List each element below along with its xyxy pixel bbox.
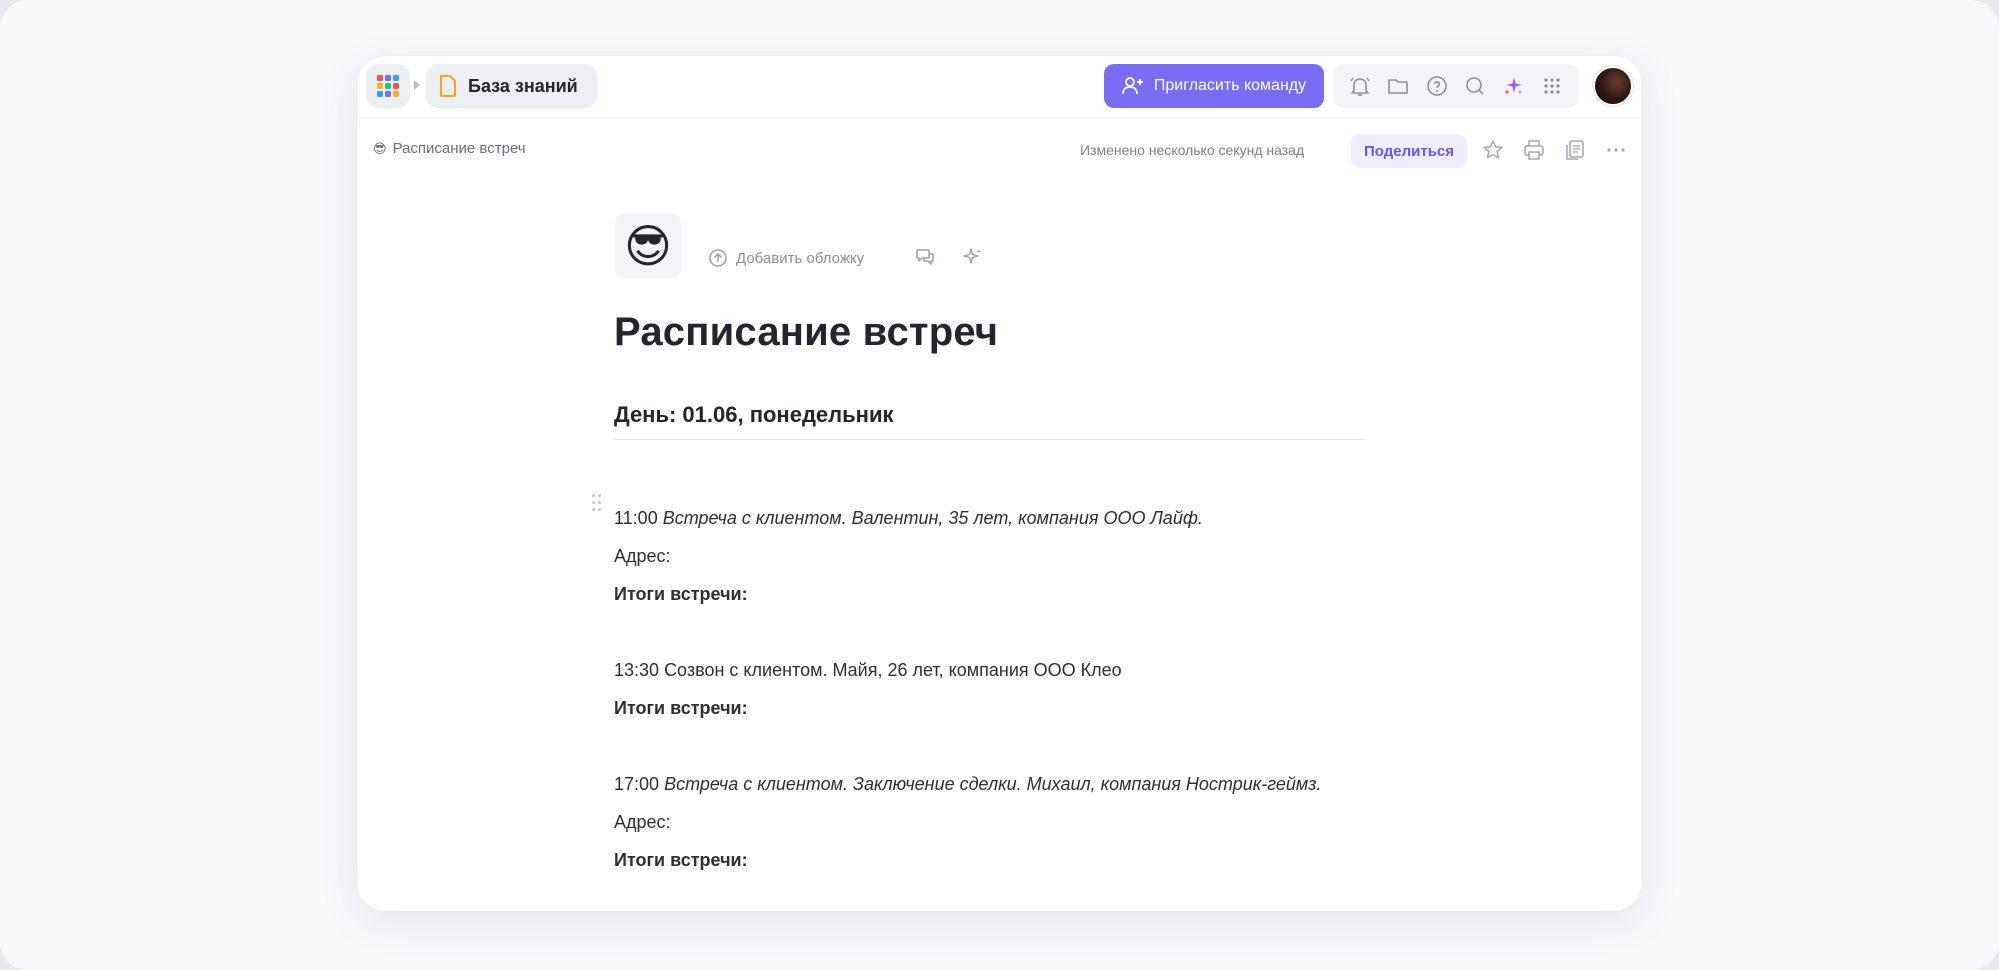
invite-team-button[interactable]: Пригласить команду [1104,64,1324,108]
entry-time: 11:00 [614,508,658,528]
apps-grid-square [393,83,399,89]
add-user-icon [1121,77,1143,95]
add-cover-button[interactable]: Добавить обложку [708,248,864,268]
page-title[interactable]: Расписание встреч [614,310,998,355]
copy-icon[interactable] [1561,136,1589,164]
apps-grid-square [393,91,399,97]
ai-sparkle-icon[interactable] [1500,73,1526,99]
knowledge-base-button[interactable]: База знаний [426,64,597,108]
breadcrumb-title: Расписание встреч [392,140,526,157]
folder-icon[interactable] [1385,73,1411,99]
doc-breadcrumb[interactable]: 😎 Расписание встреч [373,140,526,157]
entry-description: Встреча с клиентом. Заключение сделки. М… [664,774,1322,794]
print-icon[interactable] [1520,136,1548,164]
entry-description: Встреча с клиентом. Валентин, 35 лет, ко… [662,508,1203,528]
invite-team-label: Пригласить команду [1153,77,1307,94]
star-icon[interactable] [1479,136,1507,164]
address-line[interactable]: Адрес: [614,546,671,567]
comments-icon[interactable] [914,246,936,273]
summary-label: Итоги встречи: [614,584,748,604]
app-window: База знаний Пригласить команду 😎 Расписа… [357,56,1642,911]
doc-tools [1479,136,1630,164]
last-changed-text: Изменено несколько секунд назад [1080,142,1305,158]
share-button[interactable]: Поделиться [1351,134,1467,168]
summary-line[interactable]: Итоги встречи: [614,698,748,719]
entry-description: Созвон с клиентом. Майя, 26 лет, компани… [664,660,1122,680]
help-icon[interactable] [1424,73,1450,99]
entry-time: 17:00 [614,774,660,794]
apps-menu-button[interactable] [366,64,410,108]
top-bar: База знаний Пригласить команду [357,56,1642,118]
summary-label: Итоги встречи: [614,850,748,870]
heading-divider [614,439,1364,440]
more-icon[interactable] [1602,136,1630,164]
entry-line[interactable]: 17:00 Встреча с клиентом. Заключение сде… [614,774,1321,795]
day-heading[interactable]: День: 01.06, понедельник [614,402,893,428]
page-emoji: 😎 [624,220,672,272]
entry-line[interactable]: 13:30 Созвон с клиентом. Майя, 26 лет, к… [614,660,1122,681]
page-emoji-button[interactable]: 😎 [615,213,681,279]
apps-grid-square [377,75,383,81]
search-icon[interactable] [1462,73,1488,99]
knowledge-base-label: База знаний [468,75,578,96]
apps-grid-square [385,83,391,89]
add-cover-label: Добавить обложку [736,249,865,267]
bell-icon[interactable] [1347,73,1373,99]
ai-assistant-icon[interactable] [962,246,984,273]
breadcrumb-emoji: 😎 [373,140,387,156]
drag-handle-icon[interactable] [592,494,602,512]
desktop-background: База знаний Пригласить команду 😎 Расписа… [0,0,1999,970]
apps-grid-square [377,83,383,89]
apps-grid-icon [377,75,399,97]
summary-label: Итоги встречи: [614,698,748,718]
breadcrumb-arrow-icon [414,80,420,90]
apps-grid-square [393,75,399,81]
upload-icon [709,249,727,267]
summary-line[interactable]: Итоги встречи: [614,584,748,605]
address-line[interactable]: Адрес: [614,812,671,833]
grid-icon[interactable] [1539,73,1565,99]
apps-grid-square [377,91,383,97]
entry-time: 13:30 [614,660,660,680]
entry-line[interactable]: 11:00 Встреча с клиентом. Валентин, 35 л… [614,508,1203,529]
document-icon [440,75,456,97]
top-tools [1333,64,1579,108]
apps-grid-square [385,91,391,97]
user-avatar[interactable] [1593,66,1633,106]
apps-grid-square [385,75,391,81]
summary-line[interactable]: Итоги встречи: [614,850,748,871]
